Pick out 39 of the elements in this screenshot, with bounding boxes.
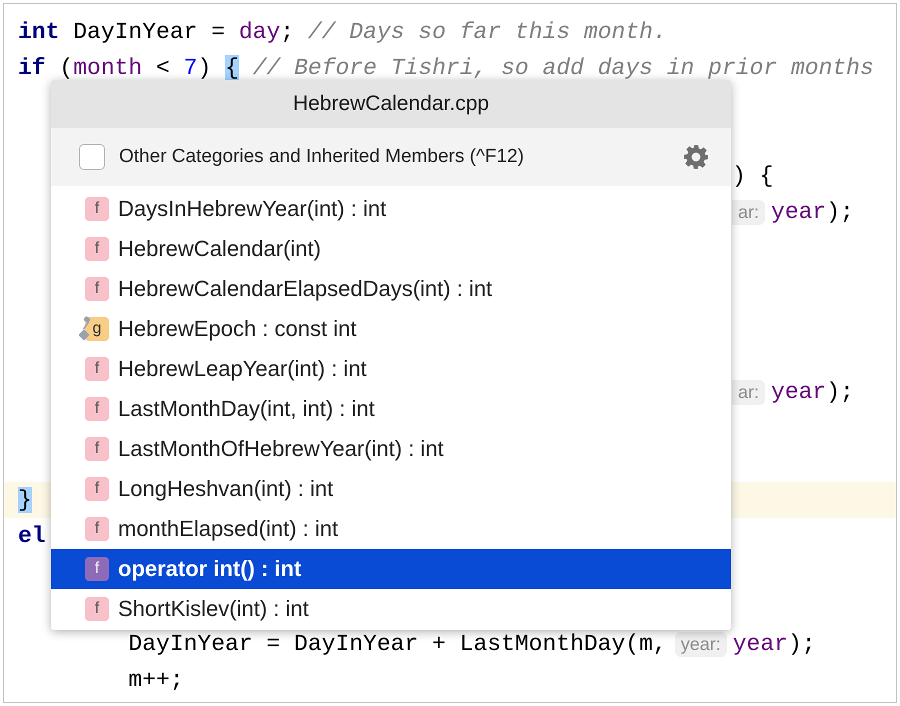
member-name: HebrewCalendarElapsedDays(int) : int [118, 276, 492, 302]
member-name: LastMonthOfHebrewYear(int) : int [118, 436, 444, 462]
code-text: el [18, 523, 46, 549]
member-name: LongHeshvan(int) : int [118, 476, 334, 502]
checkbox[interactable] [79, 144, 105, 170]
member-name: HebrewLeapYear(int) : int [118, 356, 367, 382]
member-row[interactable]: g HebrewEpoch : const int [51, 309, 731, 349]
code-text: m++; [128, 667, 184, 693]
member-name: LastMonthDay(int, int) : int [118, 396, 375, 422]
code-text: year); [771, 199, 854, 225]
member-row[interactable]: f HebrewCalendar(int) [51, 229, 731, 269]
member-row[interactable]: f LastMonthOfHebrewYear(int) : int [51, 429, 731, 469]
code-text: int DayInYear = day; // Days so far this month. [18, 19, 667, 45]
parameter-hint: ar: [732, 380, 766, 404]
member-row[interactable]: f DaysInHebrewYear(int) : int [51, 189, 731, 229]
code-text: year); [771, 379, 854, 405]
member-row[interactable]: f LastMonthDay(int, int) : int [51, 389, 731, 429]
code-text: ) { [732, 163, 774, 189]
popup-title: HebrewCalendar.cpp [51, 80, 731, 128]
member-name: ShortKislev(int) : int [118, 596, 309, 622]
member-row[interactable]: f operator int() : int [51, 549, 731, 589]
code-text: } [18, 487, 32, 513]
checkbox-label: Other Categories and Inherited Members (^F12) [119, 146, 525, 168]
member-name: operator int() : int [118, 556, 302, 582]
code-text: DayInYear = DayInYear + LastMonthDay(m, [128, 631, 667, 657]
member-row[interactable]: f LongHeshvan(int) : int [51, 469, 731, 509]
parameter-hint: year: [674, 632, 727, 656]
code-text: year); [732, 631, 816, 657]
member-row[interactable]: f HebrewLeapYear(int) : int [51, 349, 731, 389]
settings-icon[interactable] [683, 144, 709, 170]
member-name: HebrewEpoch : const int [118, 316, 356, 342]
member-name: DaysInHebrewYear(int) : int [118, 196, 386, 222]
code-text: if (month < 7) { // Before Tishri, so add days in prior months [18, 55, 874, 81]
member-name: HebrewCalendar(int) [118, 236, 321, 262]
member-row[interactable]: f monthElapsed(int) : int [51, 509, 731, 549]
parameter-hint: ar: [732, 200, 766, 224]
member-row[interactable]: f ShortKislev(int) : int [51, 589, 731, 629]
member-name: monthElapsed(int) : int [118, 516, 338, 542]
member-row[interactable]: f HebrewCalendarElapsedDays(int) : int [51, 269, 731, 309]
